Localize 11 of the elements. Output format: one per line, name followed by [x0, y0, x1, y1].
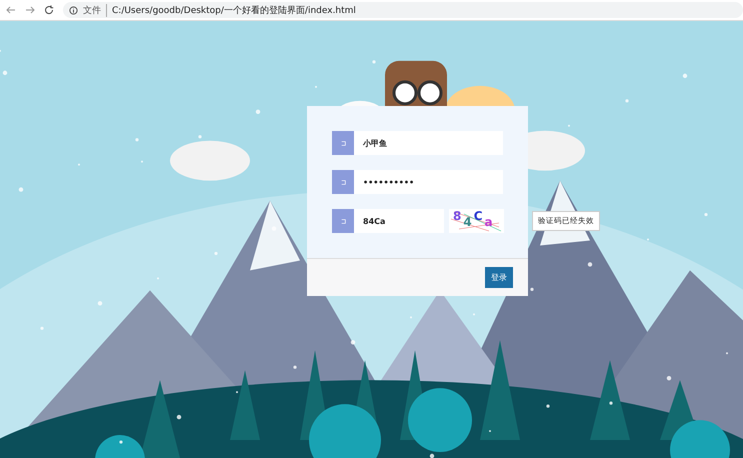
- back-icon[interactable]: [6, 5, 16, 15]
- input-field[interactable]: ••••••••••: [332, 170, 503, 194]
- file-label: 文件: [83, 4, 107, 16]
- login-button[interactable]: 登录: [485, 267, 513, 288]
- reload-icon[interactable]: [44, 5, 54, 15]
- input-field[interactable]: 84Ca: [332, 209, 444, 233]
- info-icon[interactable]: [69, 6, 78, 14]
- address-bar[interactable]: 文件 C:/Users/goodb/Desktop/一个好看的登陆界面/index.html: [63, 2, 743, 18]
- url-text: C:/Users/goodb/Desktop/一个好看的登陆界面/index.html: [112, 4, 356, 16]
- forward-icon[interactable]: [25, 5, 35, 15]
- input-field[interactable]: 小甲鱼: [332, 131, 503, 155]
